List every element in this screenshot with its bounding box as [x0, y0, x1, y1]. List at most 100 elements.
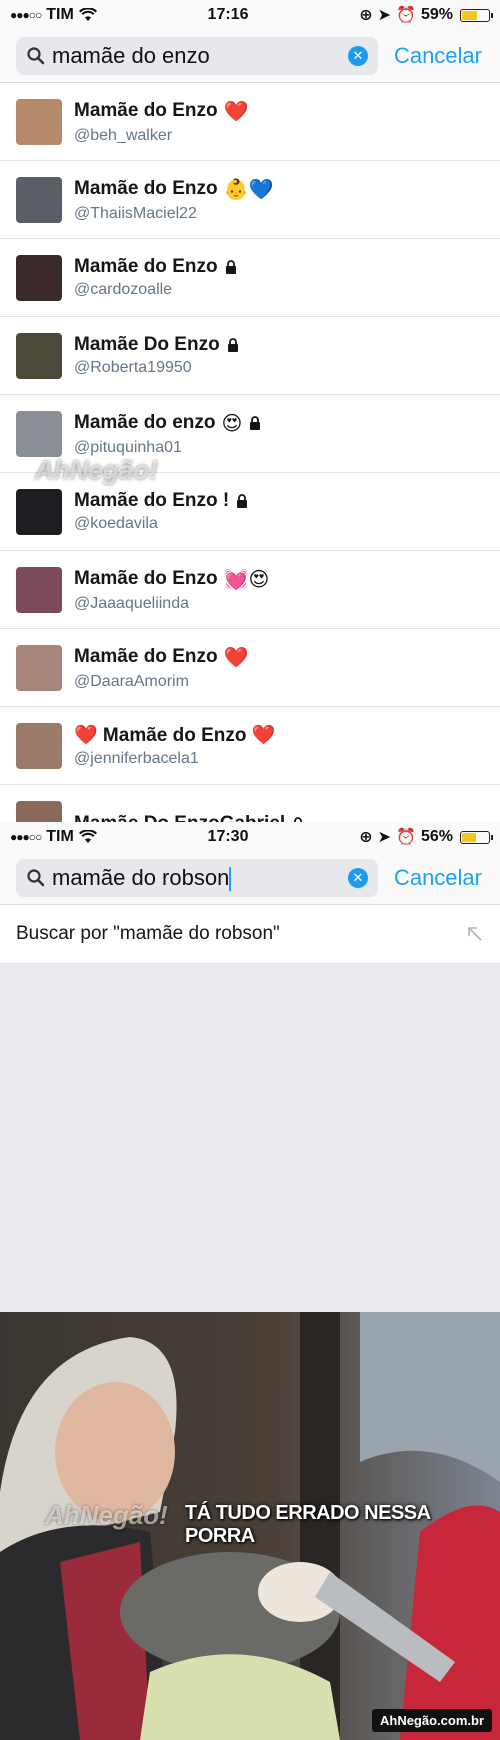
status-bar: ●●●○○ TIM 17:30 ⊕ ➤ ⏰ 56%	[0, 822, 500, 852]
lock-icon	[227, 338, 238, 352]
lock-icon	[237, 494, 248, 508]
display-name-text: Mamãe do Enzo	[74, 646, 218, 667]
display-name-text: Mamãe do Enzo	[74, 568, 218, 589]
status-bar: ●●●○○ TIM 17:16 ⊕ ➤ ⏰ 59%	[0, 0, 500, 30]
emoji-badges: ❤️	[223, 100, 249, 123]
battery-percent: 59%	[420, 6, 453, 23]
display-name: Mamãe Do EnzoGabriel	[74, 813, 305, 823]
result-info: Mamãe do Enzo ❤️ @beh_walker	[74, 99, 248, 145]
display-name-text: Mamãe do enzo	[74, 412, 216, 433]
result-row[interactable]: Mamãe do Enzo ❤️ @beh_walker	[0, 83, 500, 161]
search-suggestion[interactable]: Buscar por "mamãe do robson"	[0, 905, 500, 964]
battery-icon	[459, 8, 493, 22]
display-name-text: Mamãe do Enzo	[74, 256, 218, 277]
display-name: Mamãe do Enzo 💓😍	[74, 567, 269, 592]
watermark-logo: AhNegão!	[45, 1500, 168, 1530]
result-info: Mamãe Do Enzo @Roberta19950	[74, 334, 240, 377]
result-info: Mamãe do Enzo ! @koedavila	[74, 490, 249, 533]
username-handle: @ThaiisMaciel22	[74, 204, 197, 222]
clear-search-icon[interactable]: ✕	[347, 868, 368, 888]
avatar	[16, 332, 62, 379]
result-row[interactable]: ❤️ Mamãe do Enzo ❤️ @jenniferbacela1	[0, 707, 500, 785]
display-name-text: Mamãe do Enzo	[74, 100, 218, 121]
username-handle: @DaaraAmorim	[74, 672, 189, 690]
result-info: Mamãe do enzo 😍 @pituquinha01	[74, 411, 262, 457]
result-row[interactable]: Mamãe do Enzo @cardozoalle	[0, 239, 500, 317]
result-info: Mamãe do Enzo ❤️ @DaaraAmorim	[74, 645, 248, 691]
display-name-text: Mamãe do Enzo !	[74, 490, 230, 511]
emoji-badges: 😍	[221, 412, 243, 435]
cancel-button[interactable]: Cancelar	[388, 43, 488, 69]
result-row[interactable]: Mamãe Do EnzoGabriel	[0, 785, 500, 822]
battery-percent: 56%	[420, 828, 453, 845]
search-icon	[27, 47, 45, 65]
display-name: Mamãe do Enzo ❤️	[74, 99, 248, 124]
arrow-up-left-icon[interactable]	[466, 925, 484, 943]
search-input[interactable]: mamãe do enzo ✕	[16, 37, 378, 75]
display-name: Mamãe do Enzo 👶💙	[74, 177, 273, 202]
display-name-text: Mamãe do Enzo	[74, 178, 218, 199]
emoji-badges: ❤️	[223, 646, 249, 669]
result-info: Mamãe do Enzo @cardozoalle	[74, 256, 238, 299]
avatar	[16, 488, 62, 535]
search-screen-enzo: ●●●○○ TIM 17:16 ⊕ ➤ ⏰ 59% mamãe do enzo …	[0, 0, 500, 822]
emoji-badges: 👶💙	[223, 178, 274, 201]
wifi-icon	[78, 830, 97, 843]
username-handle: @koedavila	[74, 515, 158, 532]
result-info: Mamãe do Enzo 👶💙 @ThaiisMaciel22	[74, 177, 273, 223]
display-name-text: ❤️ Mamãe do Enzo ❤️	[74, 725, 276, 746]
username-handle: @Jaaaqueliinda	[74, 594, 189, 612]
avatar	[16, 800, 62, 822]
avatar	[16, 722, 62, 769]
carrier-label: TIM	[46, 828, 74, 845]
username-handle: @beh_walker	[74, 126, 173, 144]
search-bar: mamãe do enzo ✕ Cancelar	[0, 30, 500, 83]
username-handle: @Roberta19950	[74, 359, 192, 376]
signal-icon: ●●●○○	[10, 8, 42, 22]
battery-icon	[459, 830, 493, 844]
carrier-label: TIM	[46, 6, 74, 23]
watermark-logo: AhNegão!	[35, 455, 158, 485]
result-info: Mamãe do Enzo 💓😍 @Jaaaqueliinda	[74, 567, 269, 613]
avatar	[16, 644, 62, 691]
search-input[interactable]: mamãe do robson ✕	[16, 859, 378, 897]
display-name: Mamãe do Enzo	[74, 256, 238, 278]
clear-search-icon[interactable]: ✕	[347, 46, 368, 66]
result-row[interactable]: Mamãe Do Enzo @Roberta19950	[0, 317, 500, 395]
cancel-button[interactable]: Cancelar	[388, 865, 488, 891]
search-screen-robson: ●●●○○ TIM 17:30 ⊕ ➤ ⏰ 56% mamãe do robso…	[0, 822, 500, 1312]
avatar	[16, 98, 62, 145]
display-name: Mamãe do enzo 😍	[74, 411, 262, 436]
display-name: Mamãe Do Enzo	[74, 334, 240, 356]
result-info: Mamãe Do EnzoGabriel	[74, 813, 305, 823]
display-name: Mamãe do Enzo !	[74, 490, 249, 512]
result-row[interactable]: Mamãe do Enzo ❤️ @DaaraAmorim	[0, 629, 500, 707]
avatar	[16, 254, 62, 301]
search-query: mamãe do robson	[52, 864, 342, 892]
search-query-text: mamãe do robson	[52, 864, 230, 890]
orientation-lock-icon: ⊕	[359, 7, 373, 24]
search-query: mamãe do enzo	[52, 43, 210, 68]
avatar	[16, 410, 62, 457]
wifi-icon	[78, 8, 97, 21]
results-list: Mamãe do Enzo ❤️ @beh_walker Mamãe do Enzo 👶…	[0, 83, 500, 822]
search-bar: mamãe do robson ✕ Cancelar	[0, 852, 500, 905]
display-name: Mamãe do Enzo ❤️	[74, 645, 248, 670]
search-icon	[27, 869, 45, 887]
meme-caption: TÁ TUDO ERRADO NESSA PORRA	[185, 1502, 430, 1547]
alarm-icon: ⏰	[396, 829, 416, 846]
clock: 17:16	[207, 6, 249, 23]
suggestion-label: Buscar por "mamãe do robson"	[16, 923, 280, 944]
location-icon: ➤	[377, 7, 392, 24]
result-row[interactable]: Mamãe do Enzo 💓😍 @Jaaaqueliinda	[0, 551, 500, 629]
display-name-text: Mamãe Do EnzoGabriel	[74, 813, 285, 823]
lock-icon	[225, 260, 236, 274]
avatar	[16, 566, 62, 613]
watermark-badge: AhNegão.com.br	[371, 1709, 492, 1732]
username-handle: @pituquinha01	[74, 438, 182, 456]
display-name-text: Mamãe Do Enzo	[74, 334, 220, 355]
result-row[interactable]: Mamãe do Enzo 👶💙 @ThaiisMaciel22	[0, 161, 500, 239]
username-handle: @jenniferbacela1	[74, 750, 199, 767]
lock-icon	[250, 416, 261, 430]
alarm-icon: ⏰	[396, 7, 416, 24]
